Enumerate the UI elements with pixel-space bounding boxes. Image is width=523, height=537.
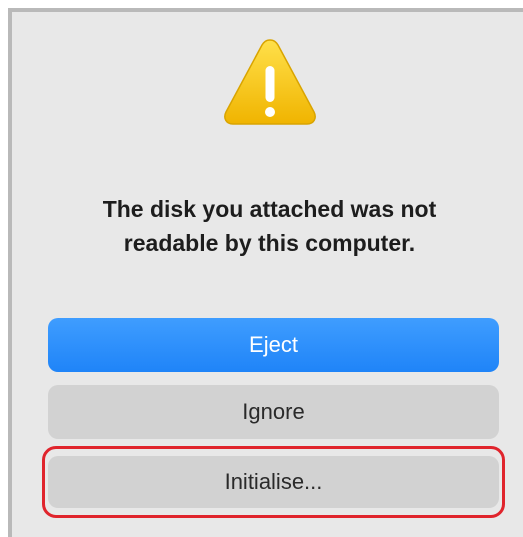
- dialog-message: The disk you attached was not readable b…: [102, 196, 437, 256]
- ignore-button[interactable]: Ignore: [48, 385, 499, 439]
- initialise-button[interactable]: Initialise...: [48, 456, 499, 508]
- disk-not-readable-dialog: The disk you attached was not readable b…: [8, 8, 523, 537]
- screenshot-frame: The disk you attached was not readable b…: [0, 0, 523, 537]
- eject-button[interactable]: Eject: [48, 318, 499, 372]
- warning-icon: [224, 39, 316, 125]
